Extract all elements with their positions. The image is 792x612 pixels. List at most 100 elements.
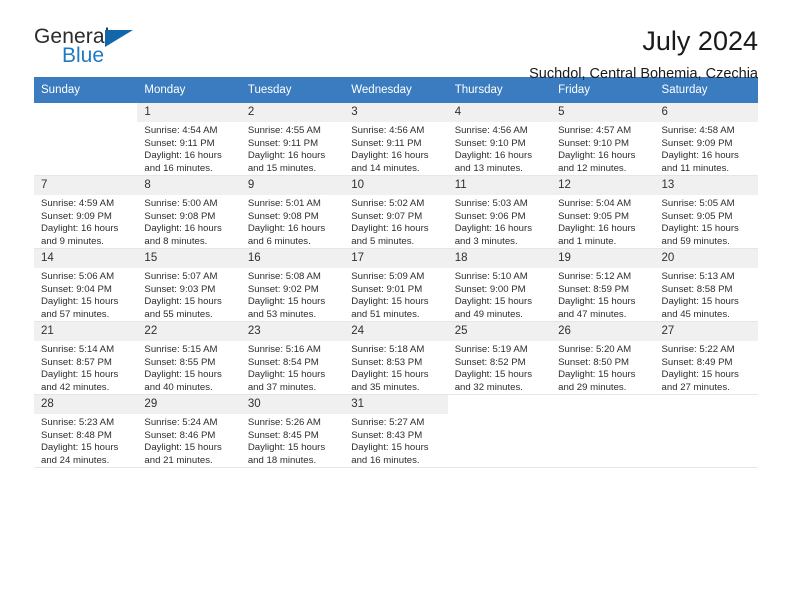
- day-number: 9: [240, 176, 345, 195]
- day-cell-inner: 14 Sunrise: 5:06 AM Sunset: 9:04 PM Dayligh…: [34, 249, 138, 321]
- calendar-day-cell[interactable]: 14 Sunrise: 5:06 AM Sunset: 9:04 PM Dayligh…: [34, 248, 138, 322]
- sunset-text: Sunset: 8:49 PM: [661, 356, 733, 368]
- calendar-day-cell[interactable]: 8 Sunrise: 5:00 AM Sunset: 9:08 PM Daylight…: [137, 175, 241, 249]
- calendar-day-cell[interactable]: 12 Sunrise: 5:04 AM Sunset: 9:05 PM Dayligh…: [551, 175, 655, 249]
- calendar-day-cell[interactable]: 27 Sunrise: 5:22 AM Sunset: 8:49 PM Dayligh…: [654, 321, 758, 395]
- calendar-cell-empty: [34, 103, 138, 176]
- day-cell-inner: [551, 395, 655, 467]
- daylight-text: Daylight: 16 hours and 12 minutes.: [558, 150, 636, 174]
- sunset-text: Sunset: 9:10 PM: [558, 137, 630, 149]
- sunrise-text: Sunrise: 4:57 AM: [558, 125, 632, 136]
- calendar-day-cell[interactable]: 11 Sunrise: 5:03 AM Sunset: 9:06 PM Dayligh…: [447, 175, 552, 249]
- day-details: Sunrise: 5:05 AM Sunset: 9:05 PM Daylight:…: [655, 195, 758, 248]
- daylight-text: Daylight: 15 hours and 37 minutes.: [247, 369, 326, 393]
- calendar-day-cell[interactable]: 23 Sunrise: 5:16 AM Sunset: 8:54 PM Dayligh…: [240, 321, 345, 395]
- day-cell-inner: 20 Sunrise: 5:13 AM Sunset: 8:58 PM Dayligh…: [654, 249, 758, 321]
- day-details: Sunrise: 5:19 AM Sunset: 8:52 PM Daylight:…: [448, 341, 551, 394]
- calendar-day-cell[interactable]: 18 Sunrise: 5:10 AM Sunset: 9:00 PM Dayligh…: [447, 248, 552, 322]
- day-number: [447, 395, 552, 414]
- calendar-day-cell[interactable]: 22 Sunrise: 5:15 AM Sunset: 8:55 PM Dayligh…: [137, 321, 241, 395]
- sunset-text: Sunset: 8:54 PM: [247, 356, 319, 368]
- calendar-day-cell[interactable]: 29 Sunrise: 5:24 AM Sunset: 8:46 PM Dayligh…: [137, 394, 241, 468]
- calendar-week-row: 21 Sunrise: 5:14 AM Sunset: 8:57 PM Dayligh…: [34, 321, 758, 395]
- sunrise-text: Sunrise: 4:54 AM: [144, 125, 218, 136]
- day-cell-inner: 1 Sunrise: 4:54 AM Sunset: 9:11 PM Daylight…: [137, 103, 241, 175]
- sunset-text: Sunset: 8:52 PM: [454, 356, 526, 368]
- day-number: 2: [240, 103, 345, 122]
- day-details: Sunrise: 5:02 AM Sunset: 9:07 PM Daylight:…: [344, 195, 447, 248]
- day-number: 1: [137, 103, 241, 122]
- day-cell-inner: 12 Sunrise: 5:04 AM Sunset: 9:05 PM Dayligh…: [551, 176, 655, 248]
- calendar-day-cell[interactable]: 24 Sunrise: 5:18 AM Sunset: 8:53 PM Dayligh…: [344, 321, 448, 395]
- calendar-day-cell[interactable]: 19 Sunrise: 5:12 AM Sunset: 8:59 PM Dayligh…: [551, 248, 655, 322]
- calendar-day-cell[interactable]: 4 Sunrise: 4:56 AM Sunset: 9:10 PM Daylight…: [447, 103, 552, 176]
- day-number: 6: [654, 103, 758, 122]
- sunset-text: Sunset: 8:48 PM: [41, 429, 112, 441]
- daylight-text: Daylight: 15 hours and 27 minutes.: [661, 369, 739, 393]
- calendar-day-cell[interactable]: 3 Sunrise: 4:56 AM Sunset: 9:11 PM Daylight…: [344, 103, 448, 176]
- sunrise-text: Sunrise: 5:16 AM: [247, 344, 321, 355]
- day-details: Sunrise: 4:59 AM Sunset: 9:09 PM Daylight:…: [34, 195, 137, 248]
- day-cell-inner: 15 Sunrise: 5:07 AM Sunset: 9:03 PM Dayligh…: [137, 249, 241, 321]
- page-header: General Blue July 2024 Suchdol, Central …: [34, 0, 758, 83]
- sunset-text: Sunset: 8:46 PM: [144, 429, 216, 441]
- day-number: 18: [447, 249, 552, 268]
- triangle-flag-icon: [105, 30, 133, 47]
- calendar-day-cell[interactable]: 2 Sunrise: 4:55 AM Sunset: 9:11 PM Daylight…: [240, 103, 345, 176]
- calendar-day-cell[interactable]: 20 Sunrise: 5:13 AM Sunset: 8:58 PM Dayligh…: [654, 248, 758, 322]
- day-number: 27: [654, 322, 758, 341]
- daylight-text: Daylight: 15 hours and 18 minutes.: [247, 442, 326, 466]
- brand-logo[interactable]: General Blue: [34, 26, 154, 72]
- day-details: Sunrise: 5:18 AM Sunset: 8:53 PM Daylight:…: [344, 341, 447, 394]
- daylight-text: Daylight: 15 hours and 16 minutes.: [351, 442, 429, 466]
- day-details: Sunrise: 5:10 AM Sunset: 9:00 PM Daylight:…: [448, 268, 551, 321]
- daylight-text: Daylight: 15 hours and 32 minutes.: [454, 369, 533, 393]
- day-number: 19: [551, 249, 655, 268]
- day-details: Sunrise: 5:24 AM Sunset: 8:46 PM Daylight:…: [137, 414, 240, 467]
- calendar-day-cell[interactable]: 1 Sunrise: 4:54 AM Sunset: 9:11 PM Daylight…: [137, 103, 241, 176]
- calendar-day-cell[interactable]: 5 Sunrise: 4:57 AM Sunset: 9:10 PM Daylight…: [551, 103, 655, 176]
- calendar-day-cell[interactable]: 9 Sunrise: 5:01 AM Sunset: 9:08 PM Daylight…: [240, 175, 345, 249]
- calendar-day-cell[interactable]: 31 Sunrise: 5:27 AM Sunset: 8:43 PM Dayligh…: [344, 394, 448, 468]
- day-details: Sunrise: 5:26 AM Sunset: 8:45 PM Daylight:…: [241, 414, 344, 467]
- daylight-text: Daylight: 16 hours and 15 minutes.: [247, 150, 326, 174]
- sunset-text: Sunset: 8:50 PM: [558, 356, 630, 368]
- day-cell-inner: 29 Sunrise: 5:24 AM Sunset: 8:46 PM Dayligh…: [137, 395, 241, 467]
- sunset-text: Sunset: 9:04 PM: [41, 283, 112, 295]
- day-number: 12: [551, 176, 655, 195]
- day-cell-inner: 13 Sunrise: 5:05 AM Sunset: 9:05 PM Dayligh…: [654, 176, 758, 248]
- calendar-day-cell[interactable]: 30 Sunrise: 5:26 AM Sunset: 8:45 PM Dayligh…: [240, 394, 345, 468]
- calendar-day-cell[interactable]: 28 Sunrise: 5:23 AM Sunset: 8:48 PM Dayligh…: [34, 394, 138, 468]
- calendar-day-cell[interactable]: 21 Sunrise: 5:14 AM Sunset: 8:57 PM Dayligh…: [34, 321, 138, 395]
- day-details: Sunrise: 5:01 AM Sunset: 9:08 PM Daylight:…: [241, 195, 344, 248]
- day-details: Sunrise: 5:27 AM Sunset: 8:43 PM Daylight:…: [344, 414, 447, 467]
- sunset-text: Sunset: 9:08 PM: [144, 210, 216, 222]
- calendar-day-cell[interactable]: 25 Sunrise: 5:19 AM Sunset: 8:52 PM Dayligh…: [447, 321, 552, 395]
- day-number: [654, 395, 758, 414]
- day-details: Sunrise: 5:03 AM Sunset: 9:06 PM Daylight:…: [448, 195, 551, 248]
- daylight-text: Daylight: 15 hours and 29 minutes.: [558, 369, 636, 393]
- calendar-day-cell[interactable]: 26 Sunrise: 5:20 AM Sunset: 8:50 PM Dayligh…: [551, 321, 655, 395]
- calendar-day-cell[interactable]: 16 Sunrise: 5:08 AM Sunset: 9:02 PM Dayligh…: [240, 248, 345, 322]
- day-cell-inner: 6 Sunrise: 4:58 AM Sunset: 9:09 PM Daylight…: [654, 103, 758, 175]
- sunset-text: Sunset: 8:57 PM: [41, 356, 112, 368]
- day-cell-inner: 25 Sunrise: 5:19 AM Sunset: 8:52 PM Dayligh…: [447, 322, 552, 394]
- day-details: Sunrise: 4:54 AM Sunset: 9:11 PM Daylight:…: [137, 122, 240, 175]
- day-number: 31: [344, 395, 448, 414]
- calendar-day-cell[interactable]: 15 Sunrise: 5:07 AM Sunset: 9:03 PM Dayligh…: [137, 248, 241, 322]
- day-number: 26: [551, 322, 655, 341]
- calendar-body: 1 Sunrise: 4:54 AM Sunset: 9:11 PM Daylight…: [34, 103, 758, 468]
- day-number: 10: [344, 176, 448, 195]
- day-cell-inner: 28 Sunrise: 5:23 AM Sunset: 8:48 PM Dayligh…: [34, 395, 138, 467]
- sunset-text: Sunset: 8:58 PM: [661, 283, 733, 295]
- calendar-day-cell[interactable]: 10 Sunrise: 5:02 AM Sunset: 9:07 PM Dayligh…: [344, 175, 448, 249]
- calendar-day-cell[interactable]: 13 Sunrise: 5:05 AM Sunset: 9:05 PM Dayligh…: [654, 175, 758, 249]
- calendar-day-cell[interactable]: 7 Sunrise: 4:59 AM Sunset: 9:09 PM Daylight…: [34, 175, 138, 249]
- day-details: Sunrise: 5:06 AM Sunset: 9:04 PM Daylight:…: [34, 268, 137, 321]
- calendar-day-cell[interactable]: 6 Sunrise: 4:58 AM Sunset: 9:09 PM Daylight…: [654, 103, 758, 176]
- calendar-day-cell[interactable]: 17 Sunrise: 5:09 AM Sunset: 9:01 PM Dayligh…: [344, 248, 448, 322]
- daylight-text: Daylight: 16 hours and 9 minutes.: [41, 223, 119, 247]
- day-details: Sunrise: 4:56 AM Sunset: 9:11 PM Daylight:…: [344, 122, 447, 175]
- day-cell-inner: 10 Sunrise: 5:02 AM Sunset: 9:07 PM Dayligh…: [344, 176, 448, 248]
- day-number: 30: [240, 395, 345, 414]
